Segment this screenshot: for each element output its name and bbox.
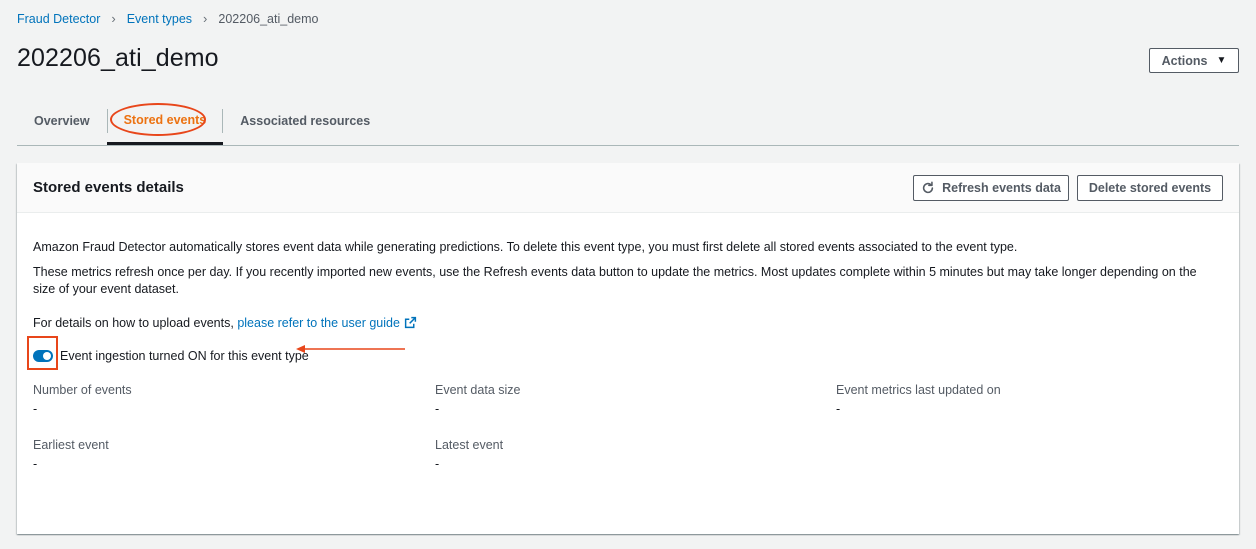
metric-value: - [435,457,440,471]
user-guide-link-text: please refer to the user guide [237,316,400,330]
event-ingestion-label: Event ingestion turned ON for this event… [60,349,309,363]
metric-value: - [33,457,38,471]
toggle-knob [43,352,51,360]
metric-earliest-event: Earliest event - [33,438,413,471]
panel-body: Amazon Fraud Detector automatically stor… [33,239,1221,314]
annotation-arrow-icon [296,345,405,353]
metric-label: Latest event [435,438,504,452]
metric-latest-event: Latest event - [435,438,815,471]
breadcrumb: Fraud Detector › Event types › 202206_at… [17,11,318,26]
metric-label: Event metrics last updated on [836,383,1001,397]
upload-details: For details on how to upload events, ple… [33,316,417,330]
breadcrumb-fraud-detector[interactable]: Fraud Detector [17,12,100,26]
upload-prefix: For details on how to upload events, [33,316,234,330]
delete-label: Delete stored events [1088,181,1212,195]
metric-value: - [836,402,841,416]
breadcrumb-current: 202206_ati_demo [218,11,319,26]
metric-event-data-size: Event data size - [435,383,815,416]
event-ingestion-toggle[interactable] [33,350,53,362]
delete-stored-events-button[interactable]: Delete stored events [1077,175,1223,201]
chevron-right-icon: › [203,11,208,26]
tab-stored-events[interactable]: Stored events [106,97,224,145]
panel-header: Stored events details Refresh events dat… [17,163,1239,213]
refresh-events-button[interactable]: Refresh events data [913,175,1069,201]
metric-label: Earliest event [33,438,109,452]
user-guide-link[interactable]: please refer to the user guide [237,316,417,330]
event-ingestion-row: Event ingestion turned ON for this event… [27,336,405,370]
metric-label: Number of events [33,383,132,397]
page-title: 202206_ati_demo [17,44,219,72]
tab-associated-resources[interactable]: Associated resources [223,97,387,145]
metric-value: - [33,402,38,416]
caret-down-icon: ▼ [1216,55,1227,66]
external-link-icon [404,316,417,329]
metric-number-of-events: Number of events - [33,383,413,416]
metric-last-updated: Event metrics last updated on - [836,383,1216,416]
breadcrumb-event-types[interactable]: Event types [127,12,192,26]
refresh-icon [922,181,934,194]
stored-events-panel: Stored events details Refresh events dat… [17,163,1239,534]
chevron-right-icon: › [111,11,116,26]
actions-button[interactable]: Actions ▼ [1149,48,1239,73]
description-1: Amazon Fraud Detector automatically stor… [33,240,1018,254]
annotation-ellipse [109,103,206,136]
tab-label: Overview [34,114,90,128]
refresh-label: Refresh events data [942,181,1061,195]
tab-label: Associated resources [240,114,371,128]
metric-value: - [435,402,440,416]
panel-title: Stored events details [33,179,184,196]
tab-overview[interactable]: Overview [17,97,107,145]
tab-bar: Overview Stored events Associated resour… [17,97,1239,146]
description-2: These metrics refresh once per day. If y… [33,265,1197,296]
actions-label: Actions [1161,53,1208,68]
metric-label: Event data size [435,383,521,397]
